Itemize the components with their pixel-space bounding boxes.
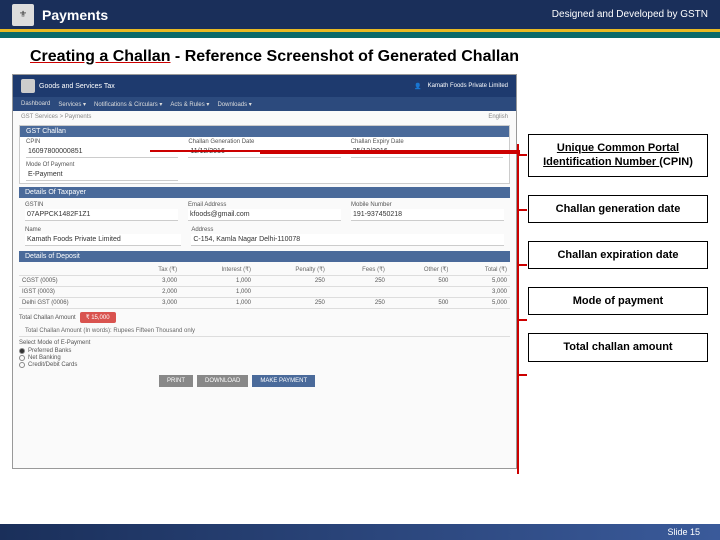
gst-user: Kamath Foods Private Limited (428, 83, 508, 89)
slide-number: Slide 15 (667, 527, 700, 537)
emblem-icon: ⚜ (12, 4, 34, 26)
gst-brand: Goods and Services Tax (39, 83, 115, 90)
connector-spine (517, 144, 519, 474)
menu-item[interactable]: Services ▾ (58, 101, 86, 108)
breadcrumb: GST Services > Payments English (13, 111, 516, 123)
radio-option[interactable]: Preferred Banks (19, 348, 510, 354)
callout-exp: Challan expiration date (528, 241, 708, 269)
callout-mode: Mode of payment (528, 287, 708, 315)
challan-screenshot: Goods and Services Tax 👤 Kamath Foods Pr… (12, 74, 517, 469)
radio-option[interactable]: Credit/Debit Cards (19, 362, 510, 368)
title-lead: Creating a Challan (30, 48, 170, 65)
callout-gen: Challan generation date (528, 195, 708, 223)
header-title: Payments (42, 7, 108, 23)
slide-header: ⚜ Payments Designed and Developed by GST… (0, 0, 720, 32)
menu-item[interactable]: Downloads ▾ (217, 101, 251, 108)
content-area: Goods and Services Tax 👤 Kamath Foods Pr… (0, 74, 720, 494)
title-rest: - Reference Screenshot of Generated Chal… (170, 48, 519, 65)
menu-item[interactable]: Notifications & Circulars ▾ (94, 101, 162, 108)
total-badge: ₹ 15,000 (80, 312, 116, 323)
table-row: CGST (0005)3,0001,0002502505005,000 (19, 276, 510, 287)
cpin-value: 16097800000851 (26, 146, 178, 158)
deposit-table: Tax (₹)Interest (₹)Penalty (₹)Fees (₹)Ot… (19, 264, 510, 309)
mode-value: E-Payment (26, 169, 178, 181)
user-icon: 👤 (414, 83, 421, 90)
callout-total: Total challan amount (528, 333, 708, 361)
menu-item[interactable]: Dashboard (21, 101, 50, 107)
slide-footer: Slide 15 (0, 524, 720, 540)
deposit-head: Details of Deposit (19, 251, 510, 262)
gst-logo-icon (21, 79, 35, 93)
radio-option[interactable]: Net Banking (19, 355, 510, 361)
table-row: Delhi GST (0006)3,0001,0002502505005,000 (19, 298, 510, 309)
table-row: IGST (0003)2,0001,000 3,000 (19, 287, 510, 298)
challan-head: GST Challan (20, 126, 509, 137)
print-button[interactable]: PRINT (159, 375, 193, 387)
slide-title: Creating a Challan - Reference Screensho… (0, 38, 720, 74)
callouts: Unique Common Portal Identification Numb… (528, 134, 708, 380)
menu-item[interactable]: Acts & Rules ▾ (170, 101, 209, 108)
header-credit: Designed and Developed by GSTN (552, 9, 708, 20)
gst-menu: Dashboard Services ▾ Notifications & Cir… (13, 97, 516, 111)
taxpayer-head: Details Of Taxpayer (19, 187, 510, 198)
callout-cpin: Unique Common Portal Identification Numb… (528, 134, 708, 177)
gst-header: Goods and Services Tax 👤 Kamath Foods Pr… (13, 75, 516, 97)
download-button[interactable]: DOWNLOAD (197, 375, 248, 387)
pay-button[interactable]: MAKE PAYMENT (252, 375, 315, 387)
